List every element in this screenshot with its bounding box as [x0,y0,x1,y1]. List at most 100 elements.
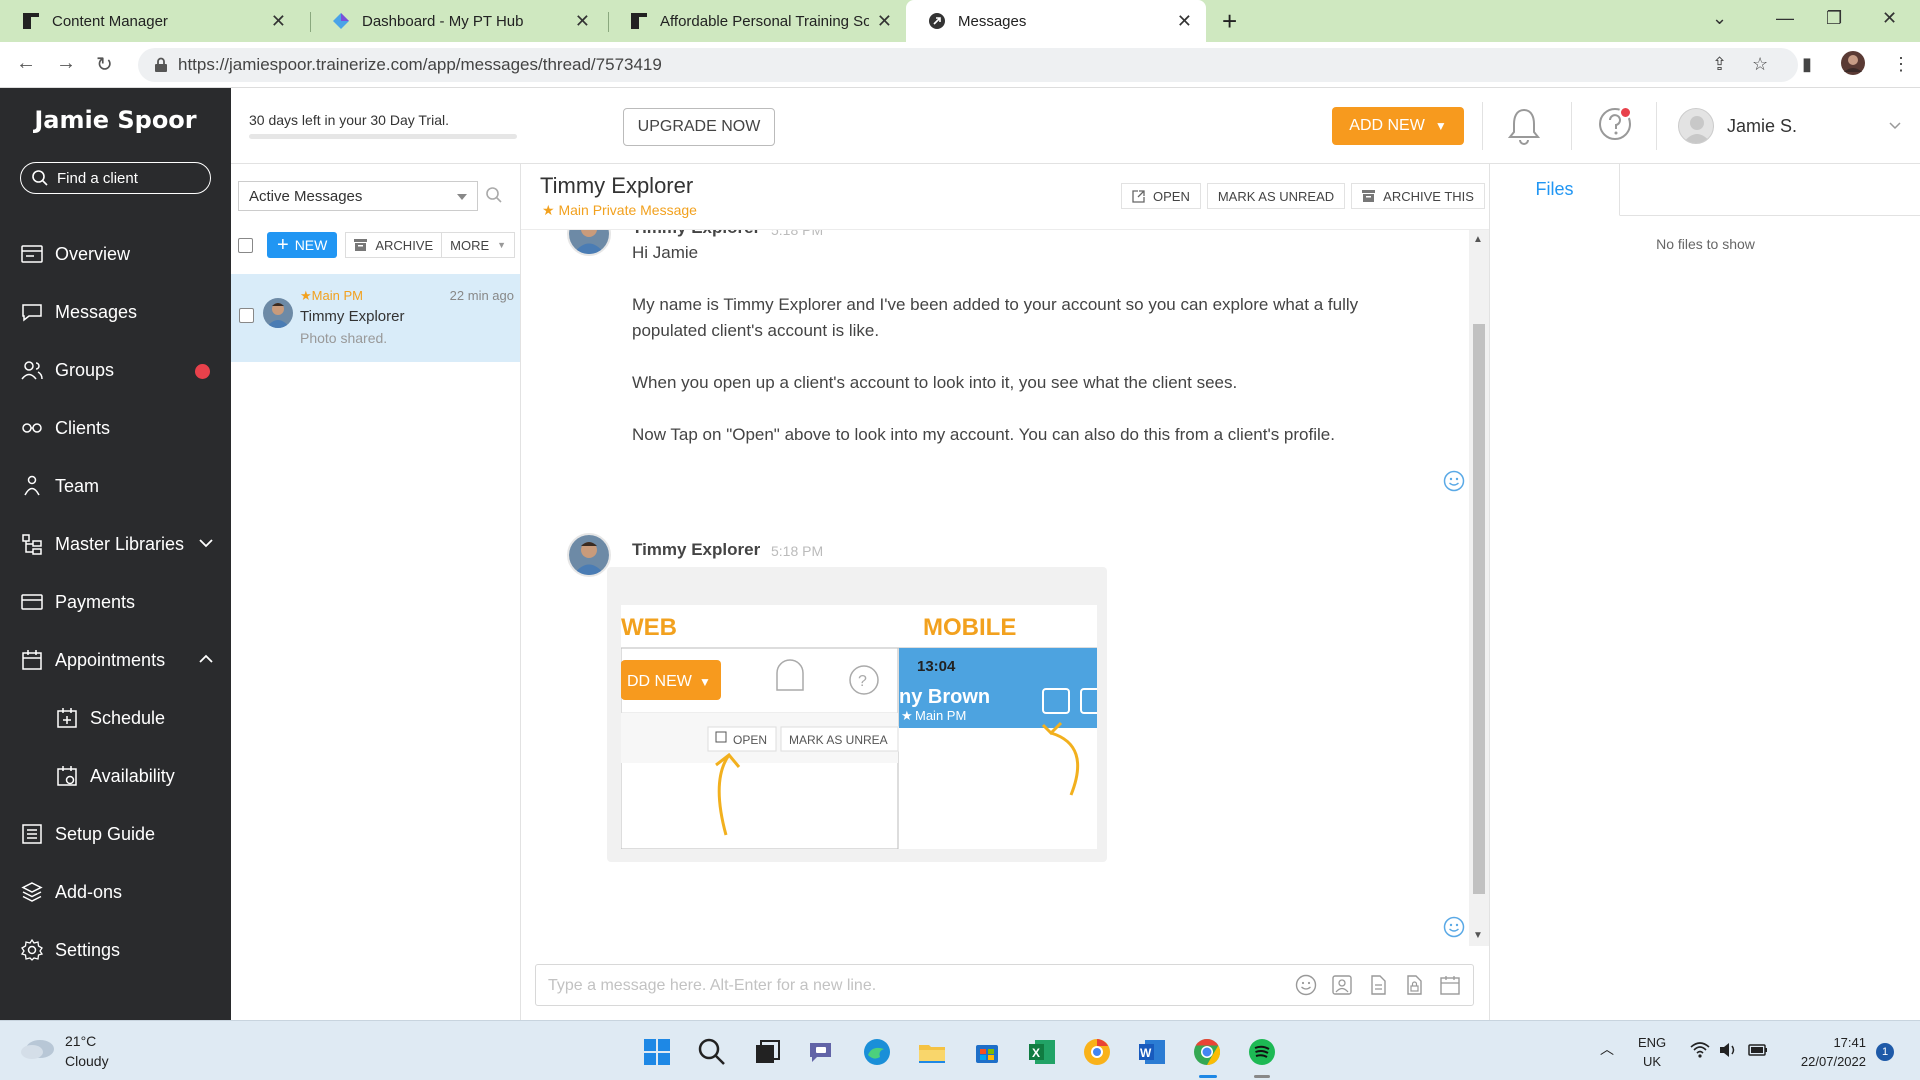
browser-tab-dashboard[interactable]: Dashboard - My PT Hub ✕ [310,0,604,42]
sidebar-item-master-libraries[interactable]: Master Libraries [0,524,231,564]
spotify-icon[interactable] [1247,1037,1277,1067]
attach-document-lock-icon[interactable] [1403,974,1425,1001]
new-message-button[interactable]: + NEW [267,232,338,258]
close-tab-icon[interactable]: ✕ [1177,11,1192,32]
taskbar-search-icon[interactable] [697,1037,727,1067]
sidebar-item-groups[interactable]: Groups [0,350,231,390]
message-scroll-area[interactable]: Timmy Explorer 5:18 PM Hi Jamie My name … [521,230,1489,946]
chrome-icon[interactable] [1192,1037,1222,1067]
cloudy-weather-icon[interactable] [18,1033,58,1061]
schedule-calendar-icon[interactable] [1439,974,1461,1001]
more-button[interactable]: MORE ▼ [442,232,516,258]
file-explorer-icon[interactable] [917,1037,947,1067]
minimize-icon[interactable]: — [1776,8,1794,29]
sidebar-item-settings[interactable]: Settings [0,930,231,970]
messages-favicon [929,13,945,29]
sidebar-item-appointments[interactable]: Appointments [0,640,231,680]
browser-menu-icon[interactable]: ⋮ [1892,54,1910,75]
emoji-icon[interactable] [1295,974,1317,1001]
battery-icon[interactable] [1748,1041,1768,1059]
notification-count-badge[interactable]: 1 [1876,1043,1894,1061]
open-client-button[interactable]: OPEN [1121,183,1201,209]
reload-icon[interactable]: ↻ [96,52,113,77]
word-icon[interactable]: W [1137,1037,1167,1067]
weather-temperature[interactable]: 21°C [65,1033,96,1049]
tab-files[interactable]: Files [1490,164,1620,216]
archive-button[interactable]: ARCHIVE [345,232,443,258]
forward-icon[interactable]: → [56,52,76,75]
scroll-up-icon[interactable]: ▲ [1473,234,1483,245]
sidebar-item-schedule[interactable]: Schedule [0,698,231,738]
teams-chat-icon[interactable] [807,1037,837,1067]
svg-text:?: ? [858,673,867,690]
browser-tab-affordable-training[interactable]: Affordable Personal Training Soft ✕ [608,0,906,42]
edge-browser-icon[interactable] [862,1037,892,1067]
help-button[interactable] [1597,106,1633,142]
add-reaction-smiley-icon[interactable] [1443,470,1465,492]
tab-search-chevron-icon[interactable]: ⌄ [1712,8,1727,29]
microsoft-store-icon[interactable] [972,1037,1002,1067]
url-field[interactable]: https://jamiespoor.trainerize.com/app/me… [138,48,1798,82]
thread-name: Timmy Explorer [300,308,405,325]
sidebar-toggle-icon[interactable]: ▮ [1802,54,1812,75]
browser-tab-messages[interactable]: Messages ✕ [906,0,1206,42]
add-reaction-smiley-icon[interactable] [1443,916,1465,938]
weather-description[interactable]: Cloudy [65,1053,109,1069]
browser-tab-content-manager[interactable]: Content Manager ✕ [0,0,300,42]
profile-avatar-icon[interactable] [1840,50,1866,81]
thread-list-item[interactable]: ★Main PM Timmy Explorer Photo shared. 22… [231,274,520,362]
scroll-down-icon[interactable]: ▼ [1473,930,1483,941]
avatar [567,533,611,577]
notifications-bell-icon[interactable] [1506,106,1542,146]
system-clock[interactable]: 17:41 22/07/2022 [1790,1033,1866,1071]
user-avatar[interactable] [1678,108,1714,144]
back-icon[interactable]: ← [16,52,36,75]
message-scrollbar[interactable]: ▲ ▼ [1469,230,1489,946]
input-language[interactable]: ENG UK [1638,1033,1666,1071]
scroll-thumb[interactable] [1473,324,1485,894]
excel-icon[interactable]: X [1027,1037,1057,1067]
sidebar-item-add-ons[interactable]: Add-ons [0,872,231,912]
mark-as-unread-button[interactable]: MARK AS UNREAD [1206,183,1346,209]
attach-photo-icon[interactable] [1331,974,1353,1001]
clients-icon [22,423,42,433]
restore-icon[interactable]: ❐ [1826,8,1842,29]
message-filter-select[interactable]: Active Messages [238,181,478,211]
user-menu-chevron-icon[interactable] [1887,118,1903,134]
upgrade-now-button[interactable]: UPGRADE NOW [623,108,775,146]
close-tab-icon[interactable]: ✕ [877,11,892,32]
task-view-icon[interactable] [752,1037,782,1067]
wifi-icon[interactable] [1690,1041,1710,1059]
add-new-button[interactable]: ADD NEW ▼ [1332,107,1464,145]
sidebar-item-messages[interactable]: Messages [0,292,231,332]
select-all-checkbox[interactable] [238,237,253,253]
volume-icon[interactable] [1718,1041,1738,1059]
close-tab-icon[interactable]: ✕ [271,11,286,32]
find-client-search[interactable]: Find a client [20,162,211,194]
web-mark-unread: MARK AS UNREA [789,733,888,747]
list-toolbar: + NEW ARCHIVE MORE ▼ [238,232,516,258]
message-compose-field[interactable]: Type a message here. Alt-Enter for a new… [535,964,1474,1006]
sidebar-item-availability[interactable]: Availability [0,756,231,796]
sidebar-item-clients[interactable]: Clients [0,408,231,448]
sidebar-item-payments[interactable]: Payments [0,582,231,622]
window-close-icon[interactable]: ✕ [1882,8,1897,29]
language-code: ENG [1638,1035,1667,1050]
thread-checkbox[interactable] [239,308,254,323]
search-icon[interactable] [485,186,503,204]
attach-file-icon[interactable] [1367,974,1389,1001]
archive-thread-button[interactable]: ARCHIVE THIS [1351,183,1485,209]
chrome-alt-icon[interactable] [1082,1037,1112,1067]
share-icon[interactable]: ⇪ [1712,54,1727,75]
user-name[interactable]: Jamie S. [1727,116,1797,137]
shared-photo-card[interactable]: WEB MOBILE DD NEW ▼ ? OPEN MARK AS UNREA… [607,567,1107,862]
sidebar-item-overview[interactable]: Overview [0,234,231,274]
sidebar-item-setup-guide[interactable]: Setup Guide [0,814,231,854]
show-hidden-icons-chevron-icon[interactable]: ︿ [1600,1039,1614,1059]
sidebar-item-team[interactable]: Team [0,466,231,506]
new-tab-icon[interactable]: + [1222,6,1237,37]
mypthub-favicon [333,13,349,29]
bookmark-star-icon[interactable]: ☆ [1752,54,1768,75]
windows-start-icon[interactable] [642,1037,672,1067]
close-tab-icon[interactable]: ✕ [575,11,590,32]
